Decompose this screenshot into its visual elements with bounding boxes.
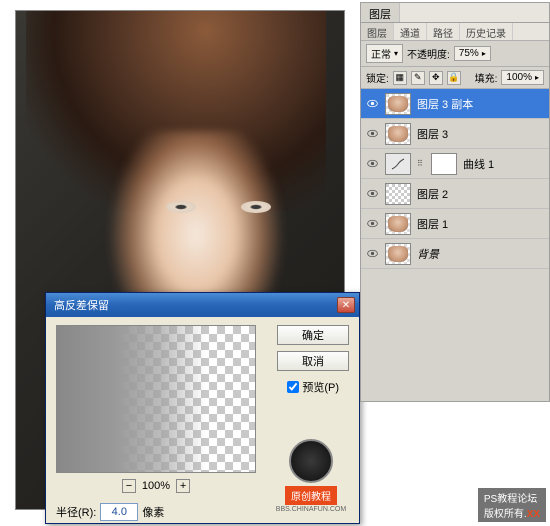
lock-transparent-icon[interactable]: ▦: [393, 71, 407, 85]
link-icon: ⠿: [417, 159, 425, 168]
radius-input[interactable]: [100, 503, 138, 521]
panel-tab-layers[interactable]: 图层: [361, 3, 400, 22]
layer-thumbnail[interactable]: [385, 213, 411, 235]
lock-all-icon[interactable]: 🔒: [447, 71, 461, 85]
fill-label: 填充:: [475, 70, 498, 85]
opacity-label: 不透明度:: [407, 46, 450, 61]
chevron-down-icon: ▾: [394, 49, 398, 58]
layer-thumbnail[interactable]: [385, 183, 411, 205]
chevron-right-icon: ▸: [482, 49, 486, 58]
cancel-button[interactable]: 取消: [277, 351, 349, 371]
layer-name: 背景: [417, 246, 439, 262]
lock-label: 锁定:: [366, 70, 389, 85]
layer-thumbnail[interactable]: [385, 123, 411, 145]
watermark-sub: BBS.CHINAFUN.COM: [276, 506, 346, 513]
layer-row[interactable]: 图层 1: [361, 209, 549, 239]
lock-row: 锁定: ▦ ✎ ✥ 🔒 填充: 100%▸: [361, 67, 549, 89]
layer-list: 图层 3 副本 图层 3 ⠿ 曲线 1 图层 2 图层 1 背景: [361, 89, 549, 269]
radius-unit: 像素: [142, 504, 164, 520]
visibility-icon[interactable]: [365, 97, 379, 111]
tab-history[interactable]: 历史记录: [460, 23, 513, 40]
high-pass-dialog: 高反差保留 ✕ − 100% + 半径(R): 像素 确定 取消 预览(P) 原…: [45, 292, 360, 524]
chevron-right-icon: ▸: [535, 73, 539, 82]
forum-watermark: PS教程论坛 版权所有.XX: [478, 488, 546, 522]
layer-name: 图层 2: [417, 186, 448, 202]
radius-row: 半径(R): 像素: [56, 503, 164, 521]
lock-brush-icon[interactable]: ✎: [411, 71, 425, 85]
fill-input[interactable]: 100%▸: [501, 70, 544, 85]
tab-paths[interactable]: 路径: [427, 23, 460, 40]
visibility-icon[interactable]: [365, 157, 379, 171]
preview-label: 预览(P): [302, 379, 339, 395]
preview-checkbox[interactable]: [287, 381, 299, 393]
adjustment-icon[interactable]: [385, 153, 411, 175]
layer-name: 曲线 1: [463, 156, 494, 172]
layer-name: 图层 3: [417, 126, 448, 142]
zoom-in-button[interactable]: +: [176, 479, 190, 493]
zoom-controls: − 100% +: [56, 479, 256, 493]
layer-row[interactable]: 图层 3 副本: [361, 89, 549, 119]
preview-checkbox-row: 预览(P): [287, 379, 339, 395]
zoom-out-button[interactable]: −: [122, 479, 136, 493]
dialog-title: 高反差保留: [54, 297, 109, 313]
visibility-icon[interactable]: [365, 127, 379, 141]
watermark-tag: 原创教程: [285, 486, 337, 505]
layers-empty-area[interactable]: [361, 269, 549, 369]
layer-row[interactable]: 背景: [361, 239, 549, 269]
layer-row[interactable]: 图层 3: [361, 119, 549, 149]
layer-name: 图层 1: [417, 216, 448, 232]
watermark: 原创教程 BBS.CHINAFUN.COM: [277, 439, 345, 513]
zoom-amount: 100%: [142, 480, 170, 492]
layer-thumbnail[interactable]: [385, 243, 411, 265]
filter-preview[interactable]: [56, 325, 256, 473]
blend-mode-select[interactable]: 正常▾: [366, 44, 403, 63]
layer-thumbnail[interactable]: [385, 93, 411, 115]
mask-thumbnail[interactable]: [431, 153, 457, 175]
visibility-icon[interactable]: [365, 247, 379, 261]
close-icon[interactable]: ✕: [337, 297, 355, 313]
lock-move-icon[interactable]: ✥: [429, 71, 443, 85]
layer-row[interactable]: ⠿ 曲线 1: [361, 149, 549, 179]
panel-subtabs: 图层 通道 路径 历史记录: [361, 23, 549, 41]
opacity-input[interactable]: 75%▸: [454, 46, 491, 61]
dialog-titlebar[interactable]: 高反差保留 ✕: [46, 293, 359, 317]
blend-row: 正常▾ 不透明度: 75%▸: [361, 41, 549, 67]
tab-channels[interactable]: 通道: [394, 23, 427, 40]
radius-label: 半径(R):: [56, 504, 96, 520]
tab-layers[interactable]: 图层: [361, 23, 394, 40]
panel-tabset: 图层: [361, 3, 549, 23]
watermark-logo-icon: [289, 439, 333, 483]
layer-row[interactable]: 图层 2: [361, 179, 549, 209]
ok-button[interactable]: 确定: [277, 325, 349, 345]
visibility-icon[interactable]: [365, 217, 379, 231]
visibility-icon[interactable]: [365, 187, 379, 201]
layers-panel: 图层 图层 通道 路径 历史记录 正常▾ 不透明度: 75%▸ 锁定: ▦ ✎ …: [360, 2, 550, 402]
layer-name: 图层 3 副本: [417, 96, 473, 112]
